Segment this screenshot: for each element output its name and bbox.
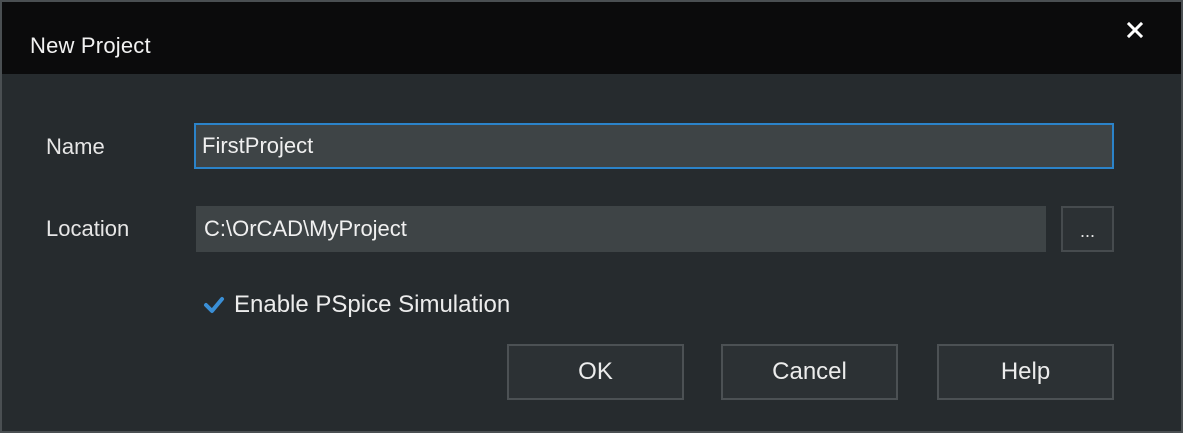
enable-pspice-checkbox-row[interactable]: Enable PSpice Simulation (202, 290, 510, 320)
location-label: Location (46, 216, 130, 241)
new-project-dialog: New Project Name Location ... Enable PSp… (0, 0, 1183, 433)
enable-pspice-label: Enable PSpice Simulation (234, 291, 511, 318)
location-input[interactable] (196, 206, 1046, 252)
ok-button[interactable]: OK (507, 344, 684, 400)
name-label: Name (46, 134, 105, 159)
title-bar[interactable]: New Project (2, 2, 1181, 74)
close-icon (1126, 21, 1144, 39)
close-button[interactable] (1115, 12, 1155, 48)
help-button[interactable]: Help (937, 344, 1114, 400)
dialog-title: New Project (30, 33, 151, 58)
browse-button[interactable]: ... (1061, 206, 1114, 252)
cancel-button[interactable]: Cancel (721, 344, 898, 400)
enable-pspice-checkbox[interactable] (202, 293, 226, 317)
name-input[interactable] (194, 123, 1114, 169)
checkmark-icon (204, 297, 224, 313)
